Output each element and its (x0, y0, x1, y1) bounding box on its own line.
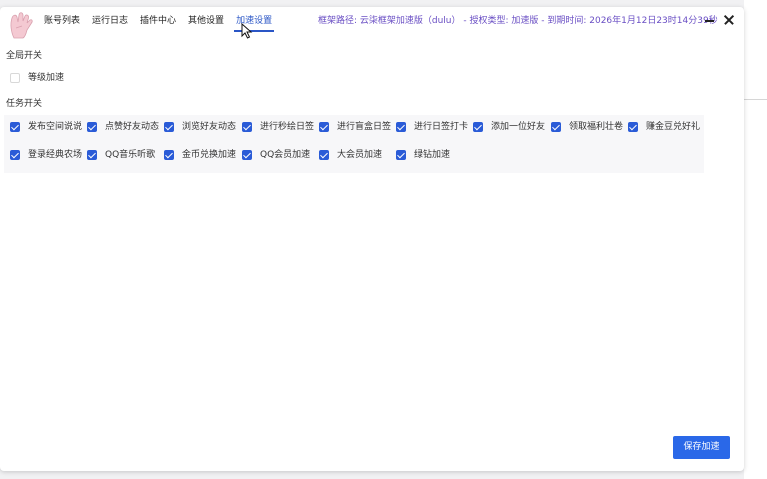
task-switch-title: 任务开关 (6, 99, 43, 109)
checkbox[interactable] (164, 150, 174, 160)
checkbox-label: 发布空间说说 (28, 122, 83, 132)
checkbox-label: 浏览好友动态 (182, 122, 237, 132)
global-switch-title: 全局开关 (6, 51, 43, 61)
checkbox-label: 进行日签打卡 (414, 122, 469, 132)
checkbox-label: 绿钻加速 (414, 150, 451, 160)
settings-window: 账号列表 运行日志 插件中心 其他设置 加速设置 框架路径: 云柒框架加速版（d… (0, 7, 744, 471)
checkbox[interactable] (87, 122, 97, 132)
checkbox[interactable] (10, 73, 20, 83)
minimize-button[interactable] (703, 13, 717, 27)
checkbox-label: 领取福利壮卷 (569, 122, 624, 132)
mouse-cursor-icon (241, 23, 253, 39)
background-window-strip (744, 0, 767, 479)
checkbox-label: 赚金豆兑好礼 (646, 122, 701, 132)
checkbox[interactable] (628, 122, 638, 132)
checkbox-label: 进行秒绘日签 (260, 122, 315, 132)
checkbox[interactable] (87, 150, 97, 160)
tab-run-log[interactable]: 运行日志 (92, 15, 128, 27)
checkbox[interactable] (319, 150, 329, 160)
checkbox[interactable] (10, 150, 20, 160)
framework-info: 框架路径: 云柒框架加速版（dulu） - 授权类型: 加速版 - 到期时间: … (318, 16, 718, 26)
app-logo-icon (10, 12, 33, 39)
checkbox-label: 添加一位好友 (491, 122, 546, 132)
checkbox-label: 大会员加速 (337, 150, 383, 160)
close-button[interactable] (722, 13, 736, 27)
save-acceleration-button[interactable]: 保存加速 (673, 436, 730, 459)
tab-account-list[interactable]: 账号列表 (44, 15, 80, 27)
checkbox-label: QQ音乐听歌 (105, 150, 156, 160)
checkbox[interactable] (242, 150, 252, 160)
checkbox-label: 金币兑换加速 (182, 150, 237, 160)
checkbox-label: 进行盲盒日签 (337, 122, 392, 132)
background-divider (744, 99, 767, 100)
tab-other-settings[interactable]: 其他设置 (188, 15, 224, 27)
checkbox-label: 等级加速 (28, 73, 65, 83)
tab-plugin-center[interactable]: 插件中心 (140, 15, 176, 27)
checkbox[interactable] (10, 122, 20, 132)
checkbox[interactable] (319, 122, 329, 132)
checkbox[interactable] (242, 122, 252, 132)
checkbox-label: 点赞好友动态 (105, 122, 160, 132)
checkbox[interactable] (396, 122, 406, 132)
checkbox-label: 登录经典农场 (28, 150, 83, 160)
checkbox[interactable] (164, 122, 174, 132)
checkbox[interactable] (396, 150, 406, 160)
checkbox[interactable] (473, 122, 483, 132)
checkbox-label: QQ会员加速 (260, 150, 311, 160)
checkbox[interactable] (551, 122, 561, 132)
